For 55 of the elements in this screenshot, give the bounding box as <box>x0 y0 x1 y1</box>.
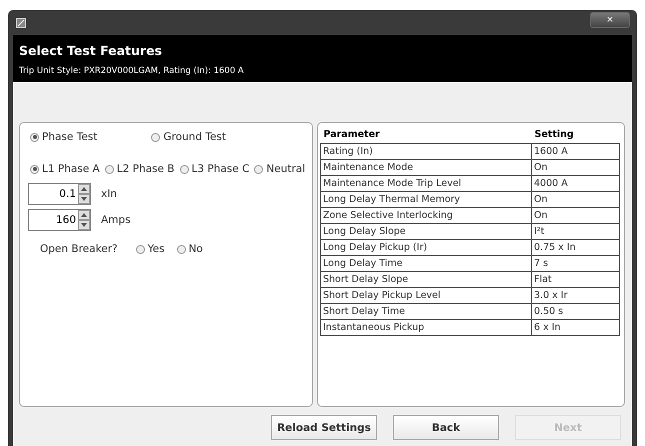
table-cell: Long Delay Slope <box>320 224 532 240</box>
table-cell: On <box>532 160 620 176</box>
radio-button[interactable] <box>104 164 114 174</box>
radio-button[interactable] <box>151 132 160 142</box>
spinner-arrows-icon[interactable] <box>78 184 90 204</box>
table-cell: 3.0 x Ir <box>532 288 620 304</box>
unit-label: xIn <box>101 188 117 200</box>
table-cell: Short Delay Pickup Level <box>320 288 532 304</box>
table-cell: 0.50 s <box>532 304 620 320</box>
radio-label[interactable]: No <box>188 243 203 255</box>
table-cell: 0.75 x In <box>532 240 620 256</box>
action-button[interactable]: Back <box>393 415 499 440</box>
table-cell: On <box>532 192 620 208</box>
table-cell: Flat <box>532 272 620 288</box>
table-cell: Instantaneous Pickup <box>320 320 532 336</box>
number-field[interactable]: 0.1 <box>28 183 91 205</box>
close-button[interactable]: × <box>590 12 630 28</box>
table-cell: 6 x In <box>532 320 620 336</box>
column-header: Parameter <box>320 125 532 144</box>
table-cell: Short Delay Slope <box>320 272 532 288</box>
radio-label[interactable]: Yes <box>148 243 165 255</box>
radio-label[interactable]: L1 Phase A <box>42 163 100 175</box>
table-cell: On <box>532 208 620 224</box>
radio-label[interactable]: Ground Test <box>163 131 226 143</box>
number-field[interactable]: 160 <box>28 209 91 231</box>
radio-label[interactable]: L2 Phase B <box>116 163 175 175</box>
trip-unit-info: Trip Unit Style: PXR20V000LGAM, Rating (In): 1600 A <box>19 66 245 76</box>
action-button[interactable]: Reload Settings <box>271 415 377 440</box>
table-cell: Rating (In) <box>320 144 532 160</box>
table-cell: Maintenance Mode <box>320 160 532 176</box>
unit-label: Amps <box>101 214 131 226</box>
radio-button[interactable] <box>30 164 39 174</box>
table-cell: Long Delay Thermal Memory <box>320 192 532 208</box>
radio-button[interactable] <box>176 244 186 254</box>
table-cell: Short Delay Time <box>320 304 532 320</box>
open-breaker-label: Open Breaker? <box>40 243 118 255</box>
table-cell: I²t <box>532 224 620 240</box>
table-cell: Long Delay Time <box>320 256 532 272</box>
table-cell: 7 s <box>532 256 620 272</box>
table-cell: 1600 A <box>532 144 620 160</box>
spinner-arrows-icon[interactable] <box>78 210 90 230</box>
table-cell: Long Delay Pickup (Ir) <box>320 240 532 256</box>
column-header: Setting <box>532 125 620 144</box>
table-cell: Zone Selective Interlocking <box>320 208 532 224</box>
table-cell: Maintenance Mode Trip Level <box>320 176 532 192</box>
radio-button[interactable] <box>180 164 189 174</box>
app-icon <box>16 18 26 28</box>
table-cell: 4000 A <box>532 176 620 192</box>
radio-button[interactable] <box>136 244 145 254</box>
radio-label[interactable]: Neutral <box>266 163 306 175</box>
page-title: Select Test Features <box>19 43 163 58</box>
radio-label[interactable]: L3 Phase C <box>192 163 250 175</box>
radio-label[interactable]: Phase Test <box>42 131 98 143</box>
radio-button[interactable] <box>254 164 264 174</box>
radio-button[interactable] <box>30 132 39 142</box>
